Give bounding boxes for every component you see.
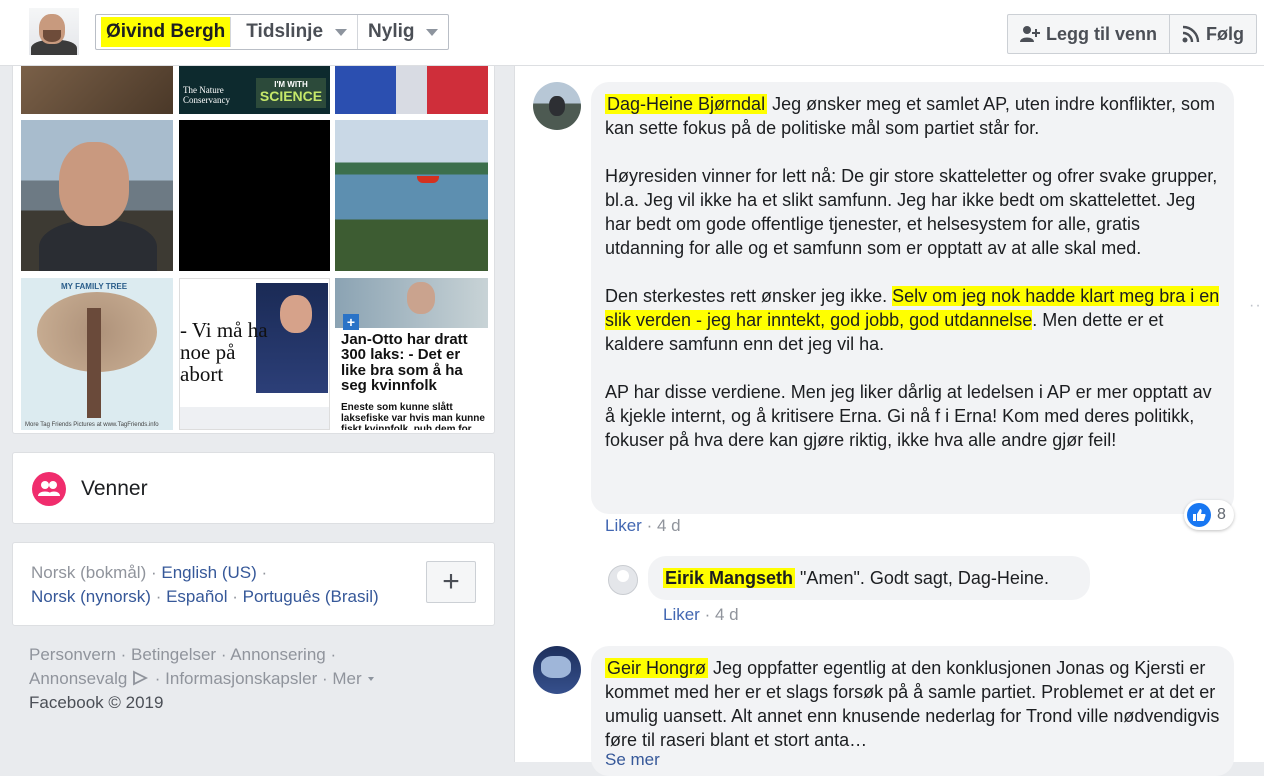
photo-thumbnail[interactable]: The Nature Conservancy I'M WITH SCIENCE	[179, 66, 330, 114]
footer-row: Annonsevalg · Informasjonskapsler · Mer	[29, 667, 499, 691]
chevron-down-icon	[426, 28, 439, 36]
comment-author[interactable]: Geir Hongrø	[605, 658, 709, 678]
friends-label: Venner	[81, 477, 148, 500]
like-comment-link[interactable]: Liker	[663, 605, 700, 624]
footer-link-advertising[interactable]: Annonsering	[230, 645, 325, 664]
comment-paragraph: AP har disse verdiene. Men jeg liker dår…	[605, 382, 1212, 450]
photo-thumbnail[interactable]: MY FAMILY TREE More Tag Friends Pictures…	[21, 278, 173, 430]
more-options-icon[interactable]: ··	[1249, 297, 1262, 315]
copyright: Facebook © 2019	[29, 693, 164, 712]
photo-thumbnail[interactable]	[179, 120, 330, 271]
photo-person-head	[59, 142, 129, 226]
see-more-link[interactable]: Se mer	[605, 750, 660, 770]
photo-thumbnail[interactable]: + Jan-Otto har dratt 300 laks: - Det er …	[335, 278, 488, 430]
profile-header-bar: Øivind Bergh Tidslinje Nylig Legg til ve…	[0, 0, 1264, 66]
comment-paragraph: Den sterkestes rett ønsker jeg ikke. Sel…	[605, 284, 1220, 356]
comment-bubble: Dag-Heine Bjørndal Jeg ønsker meg et sam…	[591, 82, 1234, 514]
language-current: Norsk (bokmål)	[31, 563, 147, 582]
profile-avatar[interactable]	[29, 8, 79, 55]
photo-thumbnail[interactable]	[335, 66, 488, 114]
nature-conservancy-logo: The Nature Conservancy	[183, 85, 230, 105]
profile-actions: Legg til venn Følg	[1007, 14, 1258, 54]
comment-text: Den sterkestes rett ønsker jeg ikke.	[605, 286, 888, 306]
friends-card[interactable]: Venner	[12, 452, 495, 524]
science-badge-text: SCIENCE	[259, 88, 323, 104]
comment-meta: Liker · 4 d	[605, 516, 681, 535]
avatar-beard	[43, 30, 61, 42]
photo-thumbnail[interactable]: - Vi må ha noe på abort	[179, 278, 330, 430]
language-option-spanish[interactable]: Español	[166, 587, 227, 606]
photo-thumbnail[interactable]	[335, 120, 488, 271]
photo-person-body	[39, 220, 157, 271]
family-tree-footer: More Tag Friends Pictures at www.TagFrie…	[25, 422, 159, 428]
profile-nav: Øivind Bergh Tidslinje Nylig	[95, 14, 450, 50]
tab-recent-label: Nylig	[368, 21, 415, 42]
like-comment-link[interactable]: Liker	[605, 516, 642, 535]
comment-meta: Liker · 4 d	[663, 605, 739, 624]
follow-label: Følg	[1206, 23, 1245, 44]
comment-paragraph: Dag-Heine Bjørndal Jeg ønsker meg et sam…	[605, 92, 1220, 140]
language-row: Norsk (bokmål) · English (US) ·	[31, 563, 268, 582]
footer-link-ad-choices[interactable]: Annonsevalg	[29, 669, 127, 688]
tab-timeline[interactable]: Tidslinje	[236, 15, 359, 49]
reaction-count-badge[interactable]: 8	[1184, 500, 1234, 530]
photo-boat	[417, 176, 439, 183]
article-photo-head	[407, 282, 435, 314]
profile-name-link[interactable]: Øivind Bergh	[101, 17, 232, 47]
footer-link-more[interactable]: Mer	[332, 669, 361, 688]
tab-timeline-label: Tidslinje	[246, 21, 324, 42]
language-option-english[interactable]: English (US)	[161, 563, 256, 582]
comment-text: "Amen". Godt sagt, Dag-Heine.	[800, 568, 1049, 588]
footer-links: Personvern · Betingelser · Annonsering ·…	[29, 643, 499, 715]
photos-card: The Nature Conservancy I'M WITH SCIENCE …	[12, 66, 495, 434]
ad-choices-icon	[133, 670, 149, 686]
article-subtext: Eneste som kunne slått laksefiske var hv…	[341, 402, 485, 430]
commenter-avatar[interactable]	[533, 646, 581, 694]
commenter-avatar[interactable]	[608, 565, 638, 595]
add-friend-button[interactable]: Legg til venn	[1008, 15, 1171, 53]
tab-recent[interactable]: Nylig	[358, 15, 448, 49]
chevron-down-icon	[368, 677, 375, 681]
comment-time[interactable]: 4 d	[715, 605, 739, 624]
tree-trunk	[87, 308, 101, 418]
follow-button[interactable]: Følg	[1170, 15, 1256, 53]
language-row: Norsk (nynorsk) · Español · Português (B…	[31, 587, 379, 606]
comment-author[interactable]: Dag-Heine Bjørndal	[605, 94, 768, 114]
comment-paragraph: Høyresiden vinner for lett nå: De gir st…	[605, 166, 1218, 258]
chevron-down-icon	[335, 28, 348, 36]
more-languages-button[interactable]: +	[426, 561, 476, 603]
thumbs-up-icon	[1187, 503, 1211, 527]
add-friend-icon	[1020, 26, 1040, 42]
comment-time[interactable]: 4 d	[657, 516, 681, 535]
commenter-avatar[interactable]	[533, 82, 581, 130]
news-headline: - Vi må ha noe på abort	[180, 318, 268, 387]
comment-bubble: Eirik Mangseth "Amen". Godt sagt, Dag-He…	[648, 556, 1090, 600]
science-badge: I'M WITH SCIENCE	[256, 78, 326, 108]
footer-row: Personvern · Betingelser · Annonsering ·	[29, 645, 337, 664]
language-option-nynorsk[interactable]: Norsk (nynorsk)	[31, 587, 151, 606]
footer-link-cookies[interactable]: Informasjonskapsler	[165, 669, 317, 688]
news-photo-head	[280, 295, 312, 333]
photo-thumbnail[interactable]	[21, 120, 173, 271]
rss-follow-icon	[1182, 25, 1200, 43]
friends-icon	[32, 472, 66, 506]
news-strip	[180, 407, 329, 429]
language-option-portuguese[interactable]: Português (Brasil)	[243, 587, 379, 606]
language-card: Norsk (bokmål) · English (US) · Norsk (n…	[12, 542, 495, 626]
plus-icon: +	[343, 314, 359, 330]
reaction-count: 8	[1217, 506, 1226, 523]
photo-thumbnail[interactable]	[21, 66, 173, 114]
comment-author[interactable]: Eirik Mangseth	[663, 568, 796, 588]
footer-link-privacy[interactable]: Personvern	[29, 645, 116, 664]
add-friend-label: Legg til venn	[1046, 23, 1158, 44]
footer-link-terms[interactable]: Betingelser	[131, 645, 216, 664]
family-tree-title: MY FAMILY TREE	[61, 282, 128, 291]
comment-bubble: Geir Hongrø Jeg oppfatter egentlig at de…	[591, 646, 1234, 776]
article-headline: Jan-Otto har dratt 300 laks: - Det er li…	[341, 331, 468, 395]
